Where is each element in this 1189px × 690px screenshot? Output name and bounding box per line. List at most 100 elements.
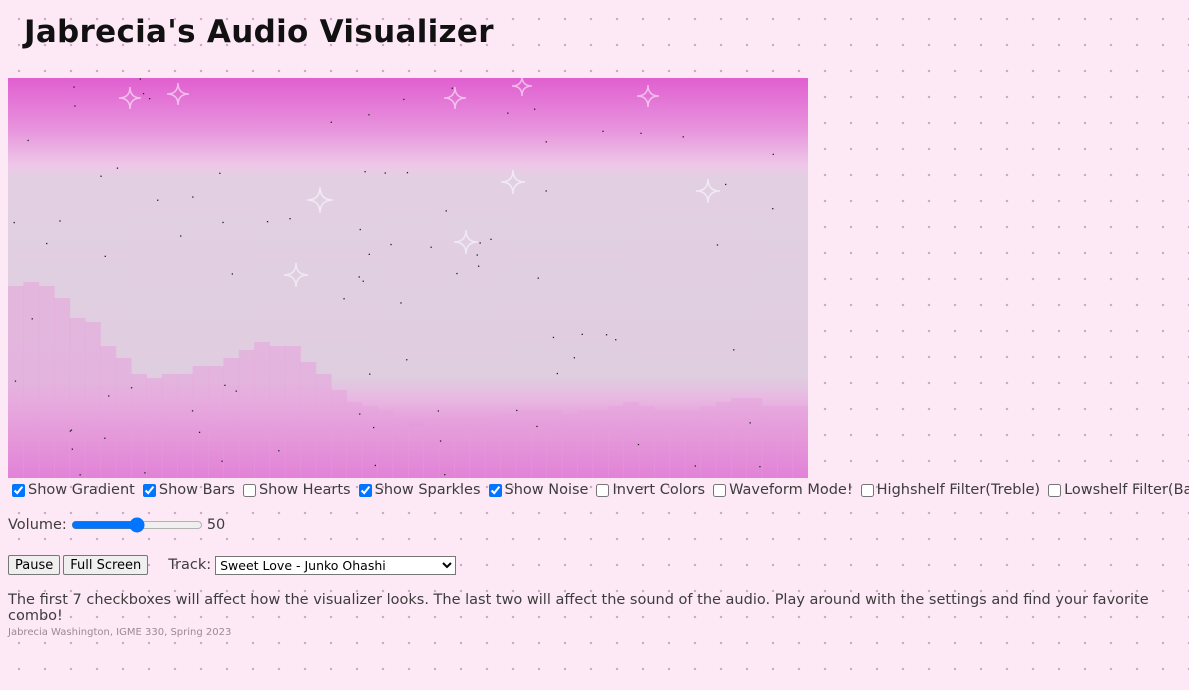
- checkbox-gradient-input[interactable]: [12, 483, 25, 497]
- noise-dot: [74, 105, 76, 107]
- checkbox-gradient[interactable]: Show Gradient: [8, 482, 135, 498]
- frequency-bar: [638, 406, 655, 478]
- noise-dot: [224, 384, 226, 386]
- frequency-bar: [531, 410, 547, 478]
- frequency-bar: [377, 410, 394, 478]
- noise-dot: [142, 93, 145, 95]
- noise-dot: [615, 339, 617, 341]
- checkbox-sparkles-input[interactable]: [358, 483, 372, 497]
- frequency-bar: [515, 410, 532, 478]
- noise-dot: [437, 410, 439, 412]
- frequency-bar: [608, 406, 624, 478]
- noise-dot: [390, 243, 392, 246]
- frequency-bar: [408, 426, 424, 478]
- checkbox-hearts-input[interactable]: [242, 483, 256, 497]
- checkbox-lowshelf-input[interactable]: [1048, 483, 1062, 497]
- checkbox-hearts[interactable]: Show Hearts: [239, 482, 351, 498]
- checkbox-bars-input[interactable]: [142, 483, 156, 497]
- noise-dot: [406, 172, 409, 174]
- noise-dot: [180, 235, 182, 237]
- frequency-bar: [761, 406, 778, 478]
- checkbox-highshelf-label: Highshelf Filter(Treble): [876, 482, 1041, 498]
- frequency-bar: [731, 398, 747, 478]
- noise-dot: [430, 246, 432, 248]
- sparkle-icon: [695, 178, 721, 204]
- frequency-bar: [146, 378, 163, 478]
- noise-dot: [157, 199, 159, 201]
- noise-dot: [31, 318, 33, 320]
- noise-dot: [359, 228, 361, 231]
- noise-dot: [289, 218, 291, 220]
- frequency-bar: [438, 422, 455, 478]
- visualizer-graphics: [8, 78, 808, 478]
- noise-dot: [456, 272, 458, 275]
- frequency-bar: [577, 410, 594, 478]
- sparkle-icon: [511, 78, 533, 97]
- frequency-bar: [500, 414, 517, 478]
- volume-control: Volume: 50: [8, 517, 225, 533]
- noise-dot: [219, 172, 221, 174]
- frequency-bar: [131, 374, 147, 478]
- noise-dot: [139, 78, 141, 80]
- frequency-bar: [546, 410, 563, 478]
- visualizer-canvas: [8, 78, 808, 478]
- frequency-bar: [38, 286, 55, 478]
- checkbox-sparkles-label: Show Sparkles: [374, 482, 481, 498]
- noise-dot: [374, 464, 376, 467]
- checkbox-waveform[interactable]: Waveform Mode!: [709, 482, 853, 498]
- noise-dot: [221, 460, 223, 462]
- volume-value: 50: [206, 517, 226, 533]
- frequency-bar: [654, 410, 671, 478]
- checkbox-sparkles[interactable]: Show Sparkles: [355, 482, 481, 498]
- checkbox-noise-label: Show Noise: [504, 482, 589, 498]
- noise-dot: [59, 220, 61, 222]
- frequency-bar: [669, 410, 686, 478]
- volume-slider[interactable]: [70, 517, 203, 533]
- frequency-bar: [54, 298, 71, 478]
- noise-dot: [581, 333, 583, 335]
- credit-text: Jabrecia Washington, IGME 330, Spring 20…: [8, 627, 232, 638]
- noise-dot: [198, 431, 201, 433]
- checkbox-highshelf-input[interactable]: [860, 483, 874, 497]
- checkbox-waveform-input[interactable]: [713, 483, 727, 497]
- frequency-bar: [469, 422, 486, 478]
- frequency-bar: [115, 358, 132, 478]
- checkbox-invert[interactable]: Invert Colors: [592, 482, 705, 498]
- checkbox-noise-input[interactable]: [488, 483, 502, 497]
- noise-dot: [545, 141, 547, 143]
- frequency-bar: [284, 346, 301, 478]
- noise-dot: [733, 349, 735, 351]
- track-select[interactable]: Sweet Love - Junko Ohashi: [215, 555, 457, 575]
- noise-dot: [637, 443, 640, 446]
- noise-dot: [772, 208, 774, 210]
- frequency-bar: [177, 374, 194, 478]
- frequency-bar: [792, 406, 808, 478]
- frequency-bar: [23, 282, 40, 478]
- noise-dot: [362, 280, 364, 282]
- checkbox-controls: Show Gradient Show Bars Show Hearts Show Sp…: [8, 482, 1189, 501]
- checkbox-highshelf[interactable]: Highshelf Filter(Treble): [857, 482, 1040, 498]
- noise-dot: [444, 474, 446, 476]
- frequency-bar: [192, 366, 209, 478]
- noise-dot: [100, 175, 102, 177]
- page-title: Jabrecia's Audio Visualizer: [24, 14, 494, 50]
- noise-dot: [537, 277, 539, 279]
- checkbox-noise[interactable]: Show Noise: [485, 482, 589, 498]
- checkbox-lowshelf[interactable]: Lowshelf Filter(Bass): [1044, 482, 1189, 498]
- noise-dot: [445, 210, 447, 212]
- noise-dot: [403, 98, 405, 101]
- checkbox-lowshelf-label: Lowshelf Filter(Bass): [1064, 482, 1189, 498]
- noise-dot: [536, 425, 538, 428]
- frequency-bar: [454, 422, 471, 478]
- checkbox-invert-input[interactable]: [596, 483, 610, 497]
- checkbox-waveform-label: Waveform Mode!: [729, 482, 853, 498]
- checkbox-bars[interactable]: Show Bars: [139, 482, 235, 498]
- noise-dot: [368, 253, 370, 255]
- frequency-bar: [715, 402, 732, 478]
- fullscreen-button[interactable]: Full Screen: [63, 555, 149, 575]
- noise-dot: [400, 302, 402, 304]
- noise-dot: [235, 390, 237, 392]
- pause-button[interactable]: Pause: [8, 555, 61, 575]
- noise-dot: [556, 372, 558, 375]
- noise-dot: [266, 221, 269, 223]
